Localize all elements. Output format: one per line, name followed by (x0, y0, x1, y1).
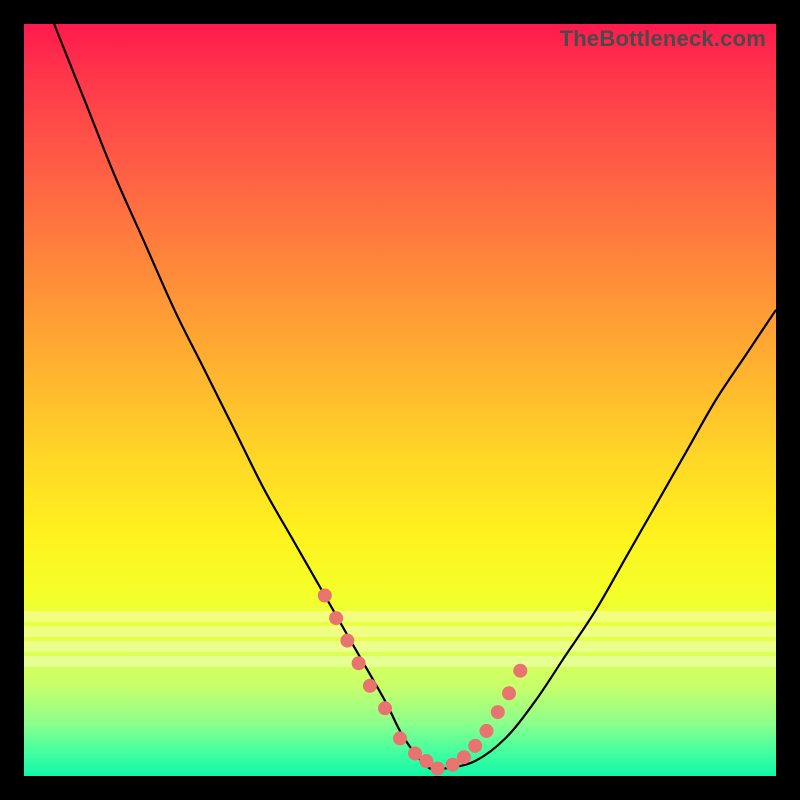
bottleneck-curve (54, 24, 776, 770)
highlight-dot (502, 686, 516, 700)
highlight-dot (457, 750, 471, 764)
highlight-dot (513, 664, 527, 678)
highlight-dot (480, 724, 494, 738)
highlight-dot (340, 634, 354, 648)
highlight-dot (468, 739, 482, 753)
highlight-dot (363, 679, 377, 693)
highlight-dot (491, 705, 505, 719)
highlight-dot (393, 731, 407, 745)
chart-frame: TheBottleneck.com (24, 24, 776, 776)
highlight-dot (352, 656, 366, 670)
watermark-text: TheBottleneck.com (560, 26, 766, 52)
highlight-dot (378, 701, 392, 715)
highlight-dot (318, 589, 332, 603)
highlight-dot (431, 762, 445, 776)
chart-svg (24, 24, 776, 776)
highlight-dot (329, 611, 343, 625)
